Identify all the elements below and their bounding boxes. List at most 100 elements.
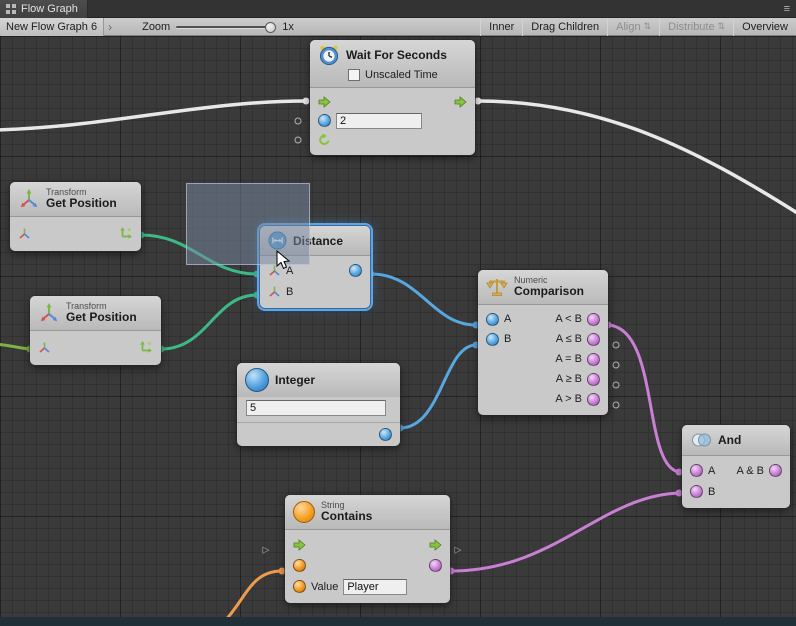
port-row: A > B: [478, 389, 608, 409]
drag-children-button-label: Drag Children: [531, 21, 599, 33]
zoom-slider-knob[interactable]: [265, 22, 276, 33]
comparison-input-a-port[interactable]: [486, 313, 499, 326]
titlebar: Flow Graph ≡: [0, 0, 796, 18]
flow-port-row: [310, 92, 475, 111]
comparison-output-lessequal-port[interactable]: [587, 333, 600, 346]
port-label-b: B: [708, 486, 715, 498]
port-row: [10, 221, 141, 245]
distribute-dropdown-icon: ⇅: [718, 22, 726, 31]
unconnected-port-indicator: [613, 342, 620, 349]
wire-getposition2-to-distance-b[interactable]: [161, 295, 257, 349]
target-port-row: [285, 555, 450, 576]
comparison-output-equal-port[interactable]: [587, 353, 600, 366]
output-label: A & B: [736, 465, 764, 477]
drag-children-button[interactable]: Drag Children: [523, 18, 607, 36]
port-row: A = B: [478, 349, 608, 369]
seconds-input[interactable]: [336, 113, 422, 129]
seconds-port[interactable]: [318, 114, 331, 127]
unconnected-port-indicator: [295, 118, 302, 125]
wire-flow-in[interactable]: [0, 101, 306, 130]
vector3-input-port-icon[interactable]: [268, 285, 281, 298]
distribute-button[interactable]: Distribute ⇅: [660, 18, 733, 36]
overview-button[interactable]: Overview: [734, 18, 796, 36]
node-get-position-2[interactable]: Transform Get Position: [30, 296, 161, 365]
unconnected-flow-indicator: ▷: [455, 546, 462, 555]
wire-contains-to-and-b[interactable]: [451, 493, 679, 571]
node-numeric-comparison[interactable]: Numeric Comparison A A < B B A ≤ B: [478, 270, 608, 415]
distance-output-port[interactable]: [349, 264, 362, 277]
vector3-output-port-icon[interactable]: [139, 340, 153, 354]
flow-in-port-icon[interactable]: [318, 96, 331, 108]
output-label: A = B: [555, 353, 582, 365]
comparison-output-greaterequal-port[interactable]: [587, 373, 600, 386]
comparison-input-b-port[interactable]: [486, 333, 499, 346]
wire-offscreen-to-getposition2[interactable]: [0, 344, 30, 349]
zoom-value: 1x: [282, 21, 294, 33]
port-row: B A ≤ B: [478, 329, 608, 349]
coroutine-port-row: [310, 130, 475, 149]
wire-offscreen-to-contains[interactable]: [222, 571, 282, 617]
coroutine-loop-icon[interactable]: [318, 133, 331, 146]
output-label: A < B: [555, 313, 582, 325]
and-output-port[interactable]: [769, 464, 782, 477]
align-button[interactable]: Align ⇅: [608, 18, 659, 36]
inner-button[interactable]: Inner: [481, 18, 522, 36]
transform-gizmo-icon: [18, 188, 40, 210]
breadcrumb-label: New Flow Graph 6: [6, 21, 97, 33]
unconnected-port-indicator: [613, 382, 620, 389]
vector3-output-port-icon[interactable]: [119, 226, 133, 240]
node-and[interactable]: And A A & B B: [682, 425, 790, 508]
flow-out-port-icon[interactable]: [429, 539, 442, 551]
node-title: Integer: [275, 373, 315, 387]
wire-flow-out[interactable]: [478, 101, 796, 216]
integer-output-port[interactable]: [379, 428, 392, 441]
transform-input-port-icon[interactable]: [38, 341, 51, 354]
output-label: A > B: [555, 393, 582, 405]
scales-icon: [486, 276, 508, 298]
seconds-port-row: [310, 111, 475, 130]
breadcrumb[interactable]: New Flow Graph 6: [0, 18, 104, 36]
node-integer[interactable]: Integer: [237, 363, 400, 446]
port-row-b: B: [682, 481, 790, 502]
unscaled-time-checkbox[interactable]: [348, 69, 360, 81]
contains-value-port[interactable]: [293, 580, 306, 593]
distribute-button-label: Distribute: [668, 21, 714, 33]
and-input-a-port[interactable]: [690, 464, 703, 477]
flow-out-port-icon[interactable]: [454, 96, 467, 108]
unconnected-port-indicator: [613, 402, 620, 409]
comparison-output-less-port[interactable]: [587, 313, 600, 326]
graph-canvas[interactable]: ▷ ▷ Wait For Seconds Unscaled Time: [0, 36, 796, 617]
breadcrumb-arrow-icon: ›: [104, 20, 116, 34]
and-input-b-port[interactable]: [690, 485, 703, 498]
integer-value-input[interactable]: [246, 400, 386, 416]
node-get-position-1[interactable]: Transform Get Position: [10, 182, 141, 251]
node-string-contains[interactable]: String Contains: [285, 495, 450, 603]
unconnected-port-indicator: [613, 362, 620, 369]
window-menu-icon[interactable]: ≡: [784, 3, 790, 15]
flow-graph-icon: [5, 3, 17, 15]
zoom-slider-track: [176, 26, 270, 29]
wire-integer-to-comparison-b[interactable]: [400, 345, 476, 428]
window-tab[interactable]: Flow Graph: [0, 0, 88, 18]
zoom-label: Zoom: [142, 21, 170, 33]
contains-value-input[interactable]: [343, 579, 407, 595]
port-label-a: A: [708, 465, 715, 477]
node-wait-for-seconds[interactable]: Wait For Seconds Unscaled Time: [310, 40, 475, 155]
wire-distance-to-comparison-a[interactable]: [371, 274, 476, 325]
flow-in-port-icon[interactable]: [293, 539, 306, 551]
port-label-b: B: [286, 286, 293, 298]
toolbar-buttons: Inner Drag Children Align ⇅ Distribute ⇅…: [480, 18, 796, 36]
contains-target-port[interactable]: [293, 559, 306, 572]
transform-input-port-icon[interactable]: [18, 227, 31, 240]
comparison-output-greater-port[interactable]: [587, 393, 600, 406]
port-label-a: A: [504, 313, 511, 325]
venn-and-icon: [690, 430, 712, 450]
unscaled-time-label: Unscaled Time: [365, 69, 438, 81]
output-label: A ≥ B: [556, 373, 582, 385]
contains-result-port[interactable]: [429, 559, 442, 572]
integer-icon: [245, 368, 269, 392]
port-row: [30, 335, 161, 359]
zoom-slider[interactable]: [176, 20, 276, 34]
port-row: A A < B: [478, 309, 608, 329]
string-icon: [293, 501, 315, 523]
